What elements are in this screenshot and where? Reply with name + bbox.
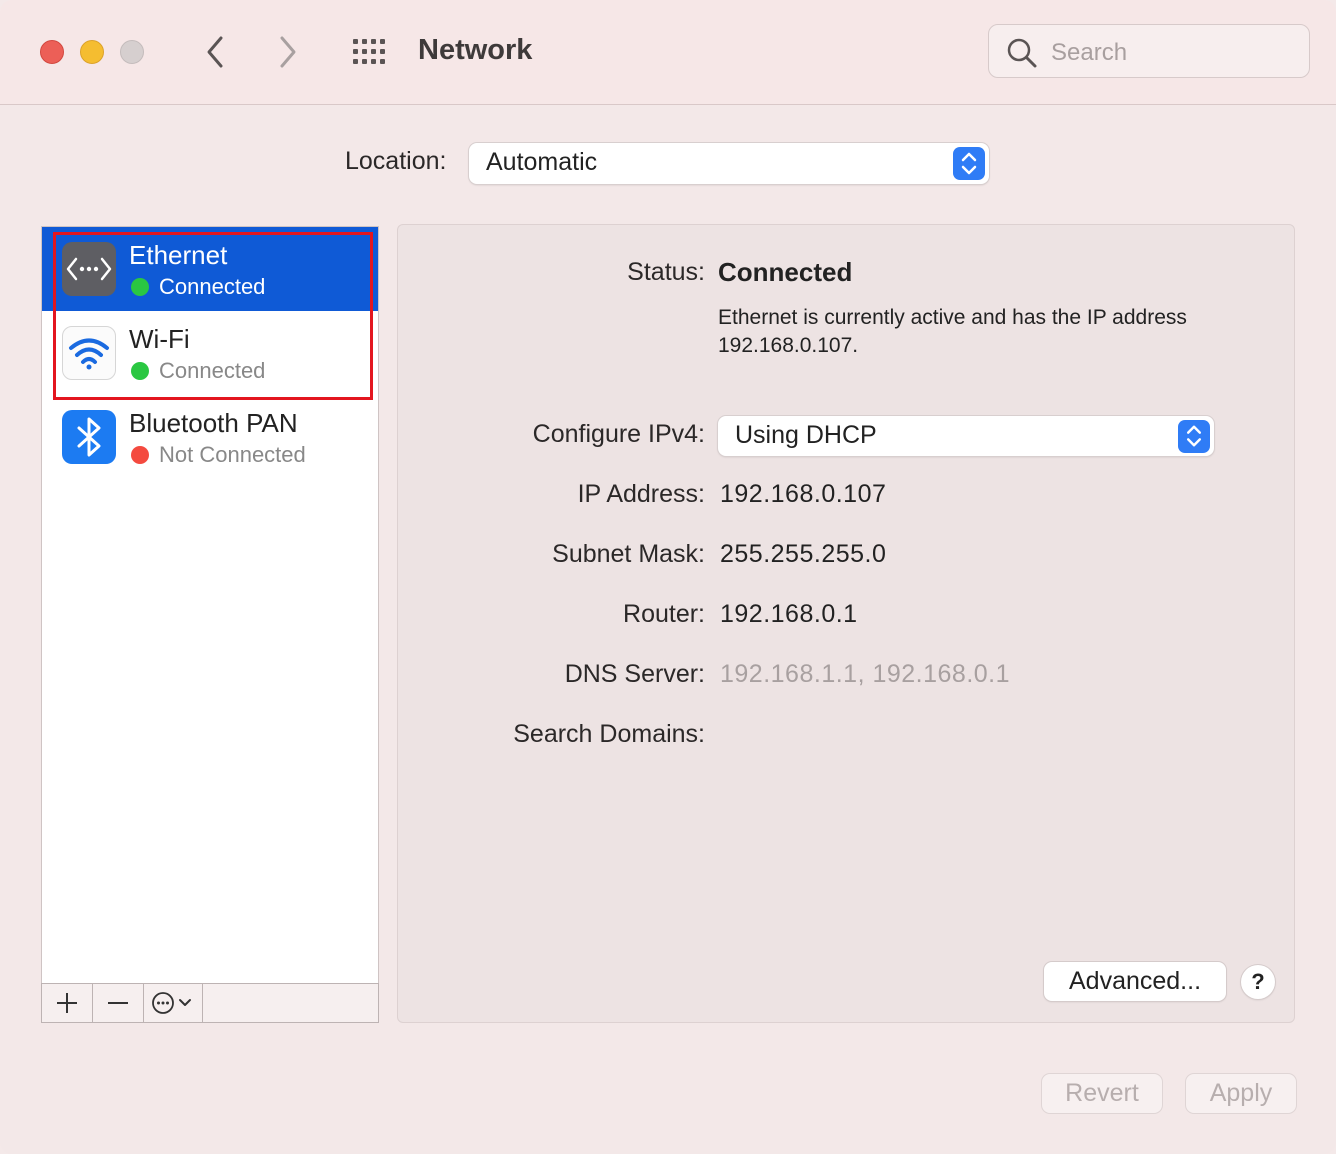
router-label: Router:	[623, 600, 705, 628]
location-value: Automatic	[486, 148, 598, 176]
configure-ipv4-label: Configure IPv4:	[532, 420, 705, 448]
popup-stepper-icon	[1178, 420, 1210, 453]
ellipsis-circle-icon	[152, 992, 191, 1014]
minimize-button[interactable]	[80, 40, 104, 64]
back-button[interactable]	[195, 30, 235, 74]
search-domains-label: Search Domains:	[513, 720, 705, 748]
chevron-right-icon	[280, 36, 296, 68]
subnet-mask-label: Subnet Mask:	[552, 540, 705, 568]
service-actions-button[interactable]	[144, 984, 203, 1022]
apply-button[interactable]: Apply	[1186, 1074, 1296, 1113]
configure-ipv4-popup[interactable]: Using DHCP	[718, 416, 1214, 456]
zoom-button[interactable]	[120, 40, 144, 64]
search-placeholder: Search	[1051, 39, 1128, 66]
service-list-toolbar	[41, 983, 379, 1023]
search-icon	[1007, 38, 1037, 68]
grid-icon	[353, 39, 385, 64]
advanced-button[interactable]: Advanced...	[1044, 962, 1226, 1001]
location-label: Location:	[345, 147, 447, 175]
dns-server-label: DNS Server:	[564, 660, 705, 688]
location-popup[interactable]: Automatic	[469, 143, 989, 184]
router-value: 192.168.0.1	[720, 600, 858, 628]
status-description: Ethernet is currently active and has the…	[718, 306, 1187, 357]
show-all-button[interactable]	[350, 36, 390, 68]
service-name: Bluetooth PAN	[129, 408, 298, 438]
popup-stepper-icon	[953, 147, 985, 180]
titlebar: Network Search	[0, 0, 1336, 105]
chevron-left-icon	[207, 36, 223, 68]
forward-button[interactable]	[268, 30, 308, 74]
status-label: Status:	[627, 258, 705, 286]
ip-address-label: IP Address:	[577, 480, 705, 508]
subnet-mask-value: 255.255.255.0	[720, 540, 887, 568]
add-service-button[interactable]	[42, 984, 93, 1022]
remove-service-button[interactable]	[93, 984, 144, 1022]
bluetooth-icon	[62, 410, 116, 464]
help-button[interactable]: ?	[1241, 965, 1275, 999]
plus-icon	[57, 993, 77, 1013]
service-status: Not Connected	[159, 442, 306, 467]
window-title: Network	[418, 34, 533, 66]
configure-ipv4-value: Using DHCP	[735, 421, 877, 449]
status-dot-icon	[131, 446, 149, 464]
close-button[interactable]	[40, 40, 64, 64]
ip-address-value: 192.168.0.107	[720, 480, 887, 508]
network-preferences-window: Network Search Location: Automatic Ether…	[0, 0, 1336, 1154]
minus-icon	[108, 1002, 128, 1004]
revert-button[interactable]: Revert	[1042, 1074, 1162, 1113]
dns-server-value: 192.168.1.1, 192.168.0.1	[720, 660, 1011, 688]
status-value: Connected	[718, 257, 853, 287]
search-field[interactable]: Search	[988, 24, 1310, 78]
